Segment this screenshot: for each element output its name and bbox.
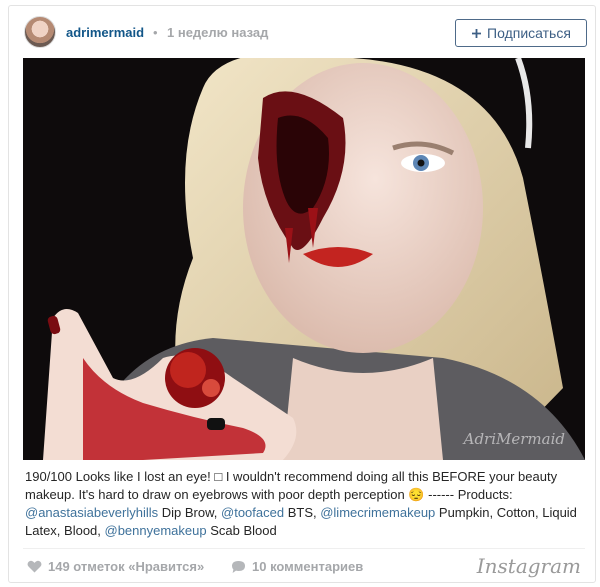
comment-icon [232, 560, 245, 573]
post-timestamp[interactable]: 1 неделю назад [167, 25, 268, 40]
footer-divider [23, 548, 585, 549]
instagram-embed-card: adrimermaid • 1 неделю назад Подписаться [8, 5, 596, 583]
photo-watermark: AdriMermaid [463, 430, 565, 448]
follow-button-label: Подписаться [487, 25, 571, 41]
comments-text: 10 комментариев [252, 559, 364, 574]
heart-icon [27, 560, 42, 573]
likes-text: 149 отметок «Нравится» [48, 559, 205, 574]
mention-link[interactable]: @anastasiabeverlyhills [25, 505, 158, 520]
caption-text: BTS, [284, 505, 321, 520]
post-photo-illustration [23, 58, 585, 460]
likes-count[interactable]: 149 отметок «Нравится» [27, 559, 204, 574]
mention-link[interactable]: @limecrimemakeup [320, 505, 435, 520]
comments-count[interactable]: 10 комментариев [231, 559, 363, 574]
mention-link[interactable]: @toofaced [221, 505, 284, 520]
mention-link[interactable]: @bennyemakeup [105, 523, 207, 538]
post-footer: 149 отметок «Нравится» 10 комментариев I… [9, 552, 595, 582]
emoji: 😔 [408, 487, 425, 502]
separator-dot: • [153, 25, 158, 40]
post-photo[interactable]: AdriMermaid [23, 58, 585, 460]
instagram-logo[interactable]: Instagram [477, 554, 581, 578]
follow-button[interactable]: Подписаться [455, 19, 587, 47]
plus-icon [472, 28, 482, 38]
caption-text: Dip Brow, [158, 505, 222, 520]
post-caption: 190/100 Looks like I lost an eye! □ I wo… [25, 468, 585, 540]
post-header: adrimermaid • 1 неделю назад Подписаться [9, 6, 595, 58]
username-link[interactable]: adrimermaid [66, 25, 144, 40]
caption-text: ------ Products: [424, 487, 513, 502]
caption-text: Scab Blood [206, 523, 277, 538]
caption-text: 190/100 Looks like I lost an eye! [25, 469, 215, 484]
avatar[interactable] [24, 16, 56, 48]
